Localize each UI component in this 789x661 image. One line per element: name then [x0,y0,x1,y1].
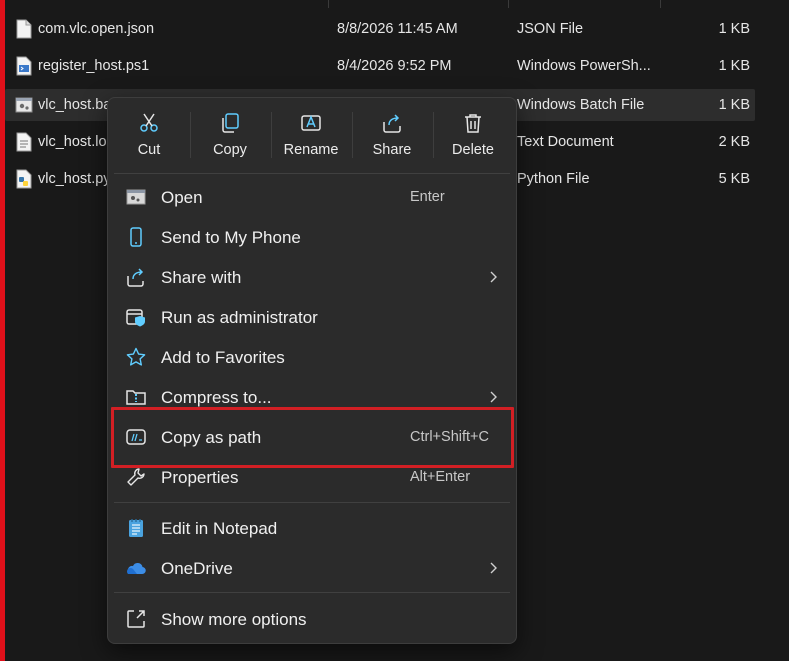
file-name: vlc_host.ba [38,97,112,113]
file-type: Python File [517,171,590,187]
compress-folder-icon [126,390,146,405]
menu-separator [114,592,510,593]
file-size: 1 KB [718,97,750,113]
share-button[interactable]: Share [353,108,431,164]
onedrive-cloud-icon [126,562,146,575]
file-name: register_host.ps1 [38,58,150,74]
file-type: Text Document [517,134,614,150]
text-file-icon [16,132,32,152]
rename-button[interactable]: Rename [272,108,350,164]
cut-button[interactable]: Cut [110,108,188,164]
phone-icon [130,227,142,247]
cut-label: Cut [137,142,161,158]
chevron-right-icon [490,391,497,403]
notepad-icon [129,519,143,537]
file-row[interactable]: register_host.ps1 8/4/2026 9:52 PM Windo… [5,50,755,82]
copy-path-icon [126,429,146,445]
file-date: 8/8/2026 11:45 AM [337,21,458,37]
menu-item-shortcut: Ctrl+Shift+C [410,429,489,445]
share-label: Share [372,142,412,158]
menu-item-shortcut: Alt+Enter [410,469,471,485]
menu-item-add-to-favorites[interactable]: Add to Favorites [114,339,510,375]
share-icon [383,114,401,133]
menu-item-label: Open [161,188,203,207]
menu-item-copy-as-path[interactable]: Copy as path Ctrl+Shift+C [114,419,510,455]
file-size: 5 KB [718,171,750,187]
menu-item-send-to-phone[interactable]: Send to My Phone [114,219,510,255]
admin-shield-icon [126,309,145,327]
menu-item-edit-in-notepad[interactable]: Edit in Notepad [114,510,510,546]
delete-button[interactable]: Delete [434,108,512,164]
copy-label: Copy [213,142,247,158]
menu-item-label: Properties [161,468,239,487]
file-type: Windows PowerSh... [517,58,651,74]
wrench-icon [127,468,145,486]
menu-item-share-with[interactable]: Share with [114,259,510,295]
rename-label: Rename [283,142,339,158]
menu-separator [114,173,510,174]
document-icon [16,19,32,39]
file-size: 1 KB [718,21,750,37]
menu-item-label: OneDrive [161,559,233,578]
menu-item-properties[interactable]: Properties Alt+Enter [114,459,510,495]
file-row[interactable]: com.vlc.open.json 8/8/2026 11:45 AM JSON… [5,13,755,45]
menu-item-label: Add to Favorites [161,348,285,367]
menu-item-label: Show more options [161,610,307,629]
context-menu: Cut Copy Rename Share Delete Open Enter … [107,97,517,644]
file-size: 1 KB [718,58,750,74]
menu-item-compress-to[interactable]: Compress to... [114,379,510,415]
menu-item-label: Copy as path [161,428,262,447]
chevron-right-icon [490,271,497,283]
file-type: JSON File [517,21,584,37]
menu-separator [114,502,510,503]
powershell-script-icon [16,56,32,76]
share-with-icon [127,268,144,287]
python-file-icon [16,169,32,189]
menu-item-label: Share with [161,268,242,287]
menu-item-label: Compress to... [161,388,272,407]
trash-icon [465,114,481,133]
menu-item-show-more-options[interactable]: Show more options [114,601,510,637]
menu-item-label: Run as administrator [161,308,318,327]
star-icon [126,347,146,366]
menu-item-run-as-admin[interactable]: Run as administrator [114,299,510,335]
file-date: 8/4/2026 9:52 PM [337,58,452,74]
menu-item-open[interactable]: Open Enter [114,179,510,215]
file-size: 2 KB [718,134,750,150]
batch-file-icon [15,97,33,113]
chevron-right-icon [490,562,497,574]
menu-item-onedrive[interactable]: OneDrive [114,550,510,586]
column-divider [660,0,661,8]
file-name: vlc_host.py [38,171,111,187]
more-options-icon [127,610,145,628]
rename-icon [301,114,321,131]
open-window-icon [126,189,146,205]
menu-item-shortcut: Enter [410,189,445,205]
scissors-icon [140,113,158,132]
copy-button[interactable]: Copy [191,108,269,164]
file-name: com.vlc.open.json [38,21,155,37]
file-type: Windows Batch File [517,97,645,113]
quick-actions-bar: Cut Copy Rename Share Delete [108,98,516,170]
delete-label: Delete [452,142,494,158]
file-name: vlc_host.lo [38,134,107,150]
column-divider [508,0,509,8]
menu-item-label: Send to My Phone [161,228,301,247]
column-divider [328,0,329,8]
copy-icon [222,113,239,133]
menu-item-label: Edit in Notepad [161,519,278,538]
